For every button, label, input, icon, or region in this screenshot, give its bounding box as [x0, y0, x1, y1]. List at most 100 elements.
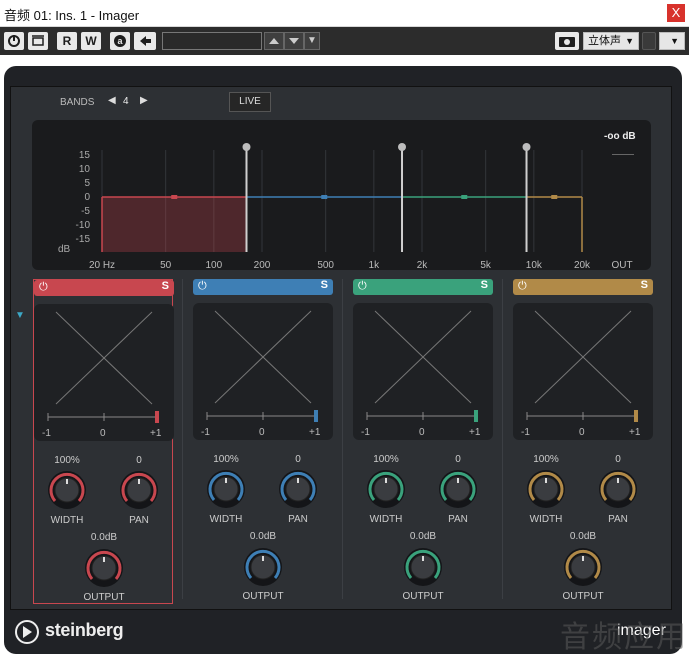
live-button[interactable]: LIVE — [229, 92, 271, 112]
band-solo-button[interactable]: S — [162, 280, 169, 292]
channel-config-value: 立体声 — [588, 35, 621, 47]
sidechain-button[interactable]: a — [110, 32, 130, 50]
output-knob[interactable] — [84, 548, 124, 588]
width-value: 100% — [213, 454, 239, 465]
x-tick-label: 5k — [480, 260, 492, 270]
pan-label: PAN — [608, 514, 628, 525]
x-tick-label: 50 — [160, 260, 172, 270]
y-tick-label: 15 — [79, 150, 91, 161]
scope-graph — [366, 310, 478, 422]
width-knob[interactable] — [366, 469, 406, 509]
preset-menu-button[interactable]: ▼ — [304, 32, 320, 50]
output-meter-line — [612, 154, 634, 155]
band-solo-button[interactable]: S — [481, 279, 488, 291]
out-label: OUT — [611, 260, 632, 270]
output-level-readout: -oo dB — [604, 131, 636, 142]
pan-knob[interactable] — [598, 469, 638, 509]
pan-value: 0 — [455, 454, 461, 465]
stereo-scope: -1 0 +1 — [193, 303, 333, 440]
band-handle[interactable] — [551, 195, 558, 199]
bands-increase-button[interactable]: ▶ — [140, 95, 148, 106]
band-header[interactable]: ⏻ S — [193, 279, 333, 295]
x-tick-label: 200 — [254, 260, 271, 270]
bands-count: 4 — [123, 96, 129, 107]
band-header[interactable]: ⏻ S — [353, 279, 493, 295]
output-knob[interactable] — [403, 547, 443, 587]
band-solo-button[interactable]: S — [641, 279, 648, 291]
pan-knob[interactable] — [278, 469, 318, 509]
toolbar-menu-button[interactable]: ▼ — [659, 32, 685, 50]
scale-mid-label: 0 — [100, 428, 106, 439]
preset-prev-button[interactable] — [264, 32, 284, 50]
band-power-icon[interactable]: ⏻ — [39, 281, 48, 294]
scale-max-label: +1 — [469, 427, 481, 438]
triangle-down-icon — [289, 38, 299, 44]
window-titlebar: 音频 01: Ins. 1 - Imager X — [0, 0, 689, 27]
preset-name-field[interactable] — [162, 32, 262, 50]
plugin-toolbar: R W a ▼ 立体声 ▼ ▼ — [0, 27, 689, 55]
power-button[interactable] — [4, 32, 24, 50]
snapshot-button[interactable] — [555, 32, 579, 50]
band-power-icon[interactable]: ⏻ — [358, 280, 367, 293]
watermark: 音频应用 — [560, 621, 688, 654]
pan-label: PAN — [288, 514, 308, 525]
crossover-handle[interactable] — [522, 143, 531, 151]
output-value: 0.0dB — [569, 531, 597, 542]
preset-next-button[interactable] — [284, 32, 304, 50]
y-tick-label: 10 — [79, 164, 91, 175]
toolbar-extra-button[interactable] — [642, 32, 656, 50]
width-value: 100% — [533, 454, 559, 465]
scale-mid-label: 0 — [259, 427, 265, 438]
x-tick-label: 20k — [574, 260, 591, 270]
bypass-button[interactable] — [28, 32, 48, 50]
pan-knob[interactable] — [119, 470, 159, 510]
pan-label: PAN — [448, 514, 468, 525]
write-automation-button[interactable]: W — [81, 32, 101, 50]
band-power-icon[interactable]: ⏻ — [518, 280, 527, 293]
x-tick-label: 2k — [417, 260, 429, 270]
output-value: 0.0dB — [249, 531, 277, 542]
width-label: WIDTH — [50, 515, 84, 526]
bands-label: BANDS — [60, 97, 95, 108]
camera-icon — [559, 37, 575, 47]
width-knob[interactable] — [526, 469, 566, 509]
width-label: WIDTH — [209, 514, 243, 525]
bands-decrease-button[interactable]: ◀ — [108, 95, 116, 106]
y-tick-label: 0 — [84, 192, 90, 203]
band-header[interactable]: ⏻ S — [513, 279, 653, 295]
sidechain-icon: a — [114, 35, 126, 47]
crossover-handle[interactable] — [242, 143, 251, 151]
spectrum-graph: 151050-5-10-15dB20 Hz 50 100 200 500 1k 2k 5k 10… — [58, 143, 633, 270]
width-label: WIDTH — [369, 514, 403, 525]
close-button[interactable]: X — [667, 4, 685, 22]
y-tick-label: -15 — [76, 234, 91, 245]
band-handle[interactable] — [321, 195, 328, 199]
scale-min-label: -1 — [521, 427, 530, 438]
width-knob[interactable] — [206, 469, 246, 509]
band-handle[interactable] — [461, 195, 468, 199]
band-panel-3: ⏻ S -1 0 +1 100% 0 WIDTH PAN 0.0dB OUTPU… — [353, 279, 493, 604]
scope-graph — [526, 310, 638, 422]
band-power-icon[interactable]: ⏻ — [198, 280, 207, 293]
output-label: OUTPUT — [402, 591, 444, 602]
spectrum-display[interactable]: 15 10 5 0 -5 -10 -15 dB 20 Hz 50 100 200 500 1k 2k 5k 10… — [32, 120, 651, 270]
read-automation-button[interactable]: R — [57, 32, 77, 50]
pan-value: 0 — [615, 454, 621, 465]
width-knob[interactable] — [47, 470, 87, 510]
expand-arrow-icon[interactable]: ▼ — [15, 310, 25, 321]
stereo-scope: -1 0 +1 — [513, 303, 653, 440]
arrow-left-icon — [140, 36, 151, 46]
scale-mid-label: 0 — [419, 427, 425, 438]
preset-back-button[interactable] — [134, 32, 156, 50]
band-solo-button[interactable]: S — [321, 279, 328, 291]
band-handle[interactable] — [171, 195, 178, 199]
channel-config-select[interactable]: 立体声 ▼ — [583, 32, 639, 50]
bypass-icon — [32, 35, 44, 46]
balance-marker — [634, 410, 638, 422]
band-header[interactable]: ⏻ S — [34, 280, 174, 296]
output-knob[interactable] — [243, 547, 283, 587]
scope-graph — [47, 311, 159, 423]
crossover-handle[interactable] — [398, 143, 407, 151]
output-knob[interactable] — [563, 547, 603, 587]
pan-knob[interactable] — [438, 469, 478, 509]
